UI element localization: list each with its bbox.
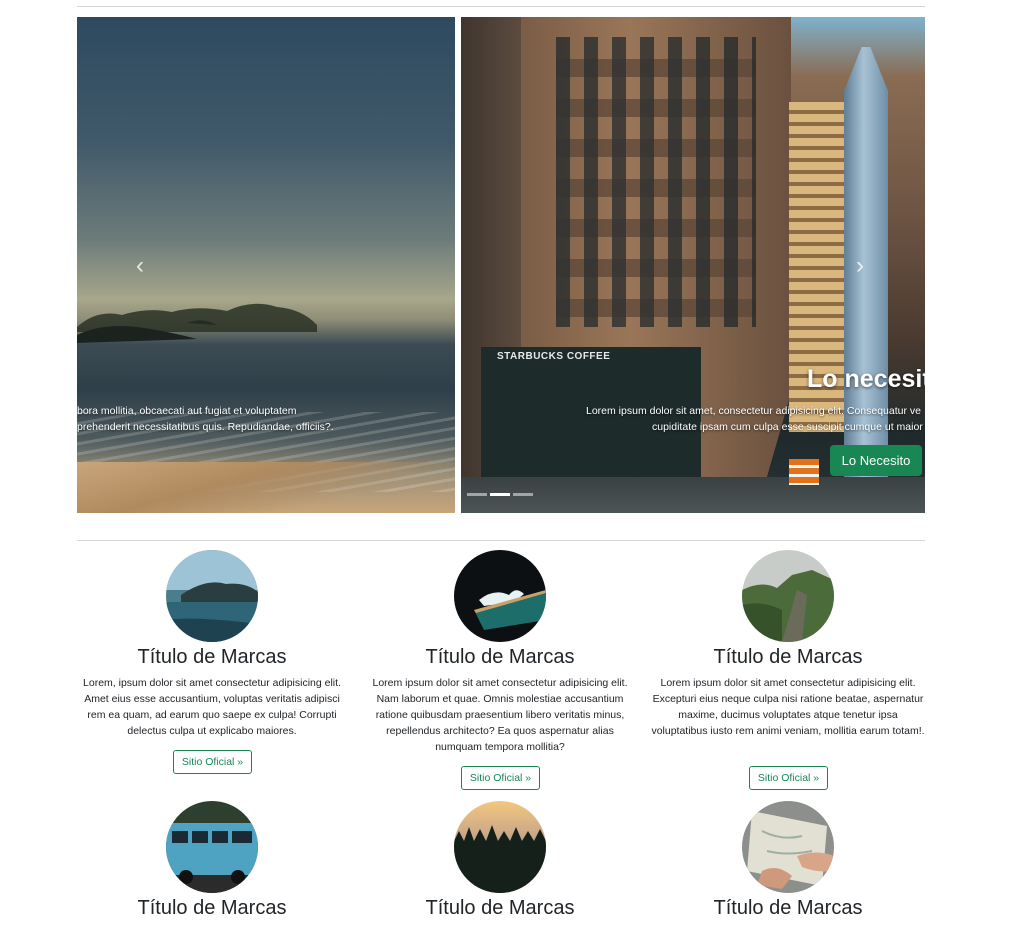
brand-title: Título de Marcas	[137, 897, 287, 919]
slide2-caption-line1: Lorem ipsum dolor sit amet, consectetur …	[586, 405, 921, 417]
carousel-indicators	[467, 493, 533, 496]
traffic-barrels	[789, 459, 819, 485]
carousel-next-button[interactable]: ›	[850, 251, 870, 281]
brand-image-van	[166, 801, 258, 893]
brand-title: Título de Marcas	[425, 646, 575, 668]
chevron-right-icon: ›	[856, 252, 864, 279]
brand-image-cliffs	[742, 550, 834, 642]
lo-necesito-button[interactable]: Lo Necesito	[830, 445, 922, 476]
slide1-caption-line1: bora mollitia, obcaecati aut fugiat et v…	[77, 405, 297, 417]
slide2-caption-title: Lo necesito	[807, 365, 925, 393]
brand-image-lake	[166, 550, 258, 642]
brand-title: Título de Marcas	[713, 646, 863, 668]
sitio-oficial-button[interactable]: Sitio Oficial »	[461, 766, 540, 790]
chevron-left-icon: ‹	[136, 252, 144, 279]
sitio-oficial-button[interactable]: Sitio Oficial »	[173, 750, 252, 774]
section-divider	[77, 540, 925, 541]
carousel-indicator-active[interactable]	[490, 493, 510, 496]
top-divider	[77, 6, 925, 7]
slide2-caption-line2: cupiditate ipsam cum culpa esse suscipit…	[652, 421, 923, 433]
brand-title: Título de Marcas	[425, 897, 575, 919]
hero-carousel: bora mollitia, obcaecati aut fugiat et v…	[77, 17, 925, 513]
brand-image-map	[742, 801, 834, 893]
brand-description: Lorem ipsum dolor sit amet consectetur a…	[372, 677, 628, 753]
brand-title: Título de Marcas	[137, 646, 287, 668]
slide1-caption-line2: prehenderit necessitatibus quis. Repudia…	[77, 421, 334, 433]
brand-image-pool	[454, 550, 546, 642]
brand-image-forest	[454, 801, 546, 893]
islands-image	[77, 303, 317, 343]
brand-description: Lorem, ipsum dolor sit amet consectetur …	[83, 677, 341, 737]
storefront-sign: STARBUCKS COFFEE	[497, 351, 611, 362]
building-windows	[556, 37, 756, 327]
beach-sand	[77, 462, 455, 513]
carousel-indicator[interactable]	[513, 493, 533, 496]
brand-description: Lorem ipsum dolor sit amet consectetur a…	[651, 677, 925, 737]
brand-title: Título de Marcas	[713, 897, 863, 919]
carousel-indicator[interactable]	[467, 493, 487, 496]
sitio-oficial-button[interactable]: Sitio Oficial »	[749, 766, 828, 790]
carousel-prev-button[interactable]: ‹	[130, 251, 150, 281]
